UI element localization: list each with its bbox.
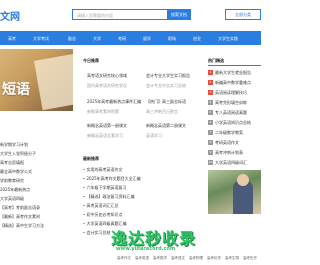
featured-title[interactable]: 会计专业大学生实习报告 — [146, 73, 190, 79]
bullet-icon — [83, 222, 85, 225]
list-item[interactable]: 高考志愿填报 — [0, 160, 73, 169]
category-button[interactable]: 全部分类 — [225, 9, 261, 20]
banner-title: 短语 — [2, 82, 30, 98]
featured-meta: 新鲜高考素材积累 — [87, 109, 119, 114]
nav-item-career[interactable]: 职场 — [168, 36, 176, 42]
featured-title[interactable]: 新概念英语第二册课文 — [146, 123, 186, 129]
nav-item-startup[interactable]: 创业 — [193, 36, 201, 42]
rank-badge: 1 — [208, 70, 213, 75]
nav-item-postgrad[interactable]: 考研 — [118, 36, 126, 42]
site-logo[interactable]: 文网 — [0, 8, 20, 23]
list-item[interactable]: 2025年高考作文题目大全汇编 — [83, 174, 207, 183]
hot-item[interactable]: 4 高考完形填空训练 — [208, 98, 261, 107]
footer-link[interactable]: 高考化学 — [207, 256, 221, 261]
side-photo[interactable] — [208, 170, 261, 214]
left-article-list: 新学期学习计划 大学生入党积极分子 高考志愿填报 最全高中数学公式 学前教育研究… — [0, 142, 73, 232]
bullet-icon — [83, 231, 85, 234]
bullet-icon — [83, 168, 85, 171]
featured-title[interactable]: 【热门】高三励志标语 — [146, 99, 186, 105]
rank-badge: 7 — [208, 130, 213, 135]
rank-badge: 8 — [208, 140, 213, 145]
rank-badge: 10 — [208, 160, 213, 165]
list-item[interactable]: 【精选】高中生学习方法 — [0, 223, 73, 232]
list-item[interactable]: 大学英语四级 — [0, 196, 73, 205]
bullet-icon — [83, 177, 85, 180]
rank-badge: 6 — [208, 120, 213, 125]
hot-item[interactable]: 7 二年级数学教案 — [208, 128, 261, 137]
hot-item[interactable]: 10 大学英语四级词汇 — [208, 158, 261, 167]
bullet-icon — [83, 204, 85, 207]
list-item[interactable]: 【精选】政治复习资料汇编 — [83, 192, 207, 201]
list-item[interactable]: 最全高中数学公式 — [0, 169, 73, 178]
nav-item-university-exam[interactable]: 大学考试 — [33, 36, 49, 42]
photo-face — [237, 174, 249, 186]
section-title: 最新推荐 — [83, 156, 99, 161]
list-item[interactable]: 大学生入党积极分子 — [0, 151, 73, 160]
hot-item[interactable]: 2 新编高中数学重难点 — [208, 78, 261, 87]
nav-item-inspiration[interactable]: 励志 — [68, 36, 76, 42]
footer-link[interactable]: 高考作文 — [117, 256, 131, 261]
bullet-icon — [83, 195, 85, 198]
list-item[interactable]: 2025年最新热点 — [0, 187, 73, 196]
featured-meta: 国内高考语文研究状况 — [87, 83, 127, 88]
footer-link[interactable]: 高考数学 — [153, 256, 167, 261]
banner-paper-decoration — [33, 53, 73, 111]
list-item[interactable]: 【高考】考前励志语录 — [0, 205, 73, 214]
nav-item-study-abroad[interactable]: 留学 — [143, 36, 151, 42]
search-button[interactable]: 搜索文档 — [167, 9, 191, 20]
hot-section-title: 热门精选 — [208, 58, 261, 66]
footer-link[interactable]: 高考物理 — [189, 256, 203, 261]
list-item[interactable]: 高考英语词汇汇总 — [83, 201, 207, 210]
site-header: 文网 请输入您需要的内容 搜索文档 全部分类 — [0, 0, 261, 30]
list-item[interactable]: 学前教育研究 — [0, 178, 73, 187]
featured-meta: 高三冲刺百日誓言 — [146, 109, 178, 114]
hot-item[interactable]: 3 英语阅读理解技巧 — [208, 88, 261, 97]
section-title: 今日推荐 — [83, 58, 99, 63]
footer-links: 高考作文 高考英语 高考数学 高考语文 高考物理 高考化学 高考生物 高考历史 — [0, 252, 261, 265]
list-item[interactable]: 【最新】高考作文素材 — [0, 214, 73, 223]
nav-item-practice[interactable]: 大学生实践 — [218, 36, 238, 42]
hot-item[interactable]: 8 考研英语作文 — [208, 138, 261, 147]
hot-item[interactable]: 9 高考冲刺计划表 — [208, 148, 261, 157]
search-input[interactable]: 请输入您需要的内容 — [77, 13, 113, 19]
hero-banner[interactable]: 短语 — [0, 49, 73, 111]
hot-item[interactable]: 5 专八英语阅读真题 — [208, 108, 261, 117]
footer-link[interactable]: 高考生物 — [225, 256, 239, 261]
rank-badge: 9 — [208, 150, 213, 155]
featured-title[interactable]: 新概念英语第一册课文 — [87, 123, 127, 129]
footer-link[interactable]: 高考语文 — [171, 256, 185, 261]
bullet-icon — [83, 186, 85, 189]
rank-badge: 5 — [208, 110, 213, 115]
rank-badge: 2 — [208, 80, 213, 85]
footer-link[interactable]: 高考历史 — [243, 256, 257, 261]
footer-link[interactable]: 高考英语 — [135, 256, 149, 261]
list-item[interactable]: 新学期学习计划 — [0, 142, 73, 151]
list-item[interactable]: 实用的高考英语作文 — [83, 165, 207, 174]
hot-item[interactable]: 6 小学英语知识点总结 — [208, 118, 261, 127]
featured-meta: 英语学习 — [146, 133, 162, 138]
bullet-icon — [83, 213, 85, 216]
featured-title[interactable]: 2025年高考最新热点事件汇编 — [87, 99, 141, 105]
list-item[interactable]: 初中历史必考知识点 — [83, 210, 207, 219]
list-item[interactable]: 六年级下学期英语复习 — [83, 183, 207, 192]
featured-meta: 会计专业毕业实习总结 — [146, 83, 186, 88]
featured-title[interactable]: 高考语文研究核心领域 — [87, 73, 127, 79]
search-box[interactable]: 请输入您需要的内容 — [72, 9, 168, 20]
main-nav: 高考 大学考试 励志 大学 考研 留学 职场 创业 大学生实践 — [0, 31, 261, 45]
featured-meta: 新概念英语全套学习 — [87, 133, 123, 138]
nav-item-university[interactable]: 大学 — [93, 36, 101, 42]
rank-badge: 4 — [208, 100, 213, 105]
rank-badge: 3 — [208, 90, 213, 95]
hot-item[interactable]: 1 最新大学生就业报告 — [208, 68, 261, 77]
recommend-section: 今日推荐 — [83, 58, 207, 64]
nav-item-gaokao[interactable]: 高考 — [8, 36, 16, 42]
